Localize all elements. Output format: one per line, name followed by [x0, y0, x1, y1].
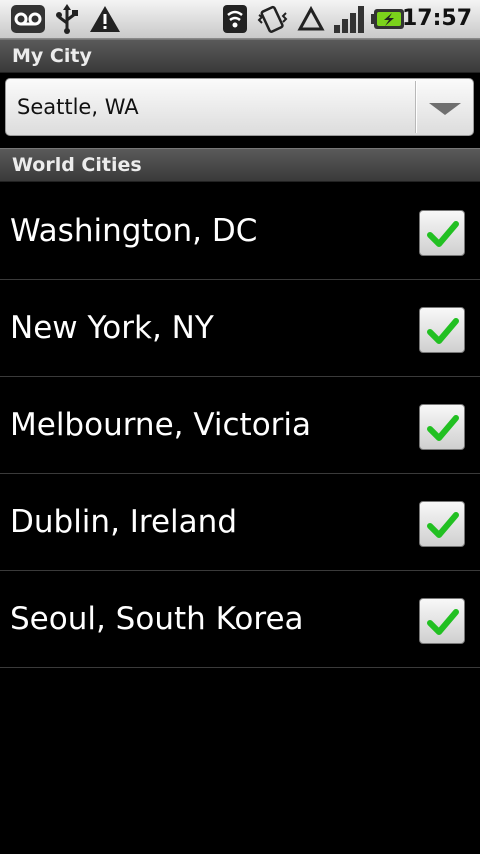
- city-checkbox[interactable]: [419, 210, 465, 256]
- city-checkbox[interactable]: [419, 501, 465, 547]
- checkmark-icon: [427, 415, 459, 441]
- world-cities-header: World Cities: [0, 148, 480, 182]
- city-name: New York, NY: [10, 310, 214, 346]
- spinner-divider: [415, 81, 417, 133]
- vibrate-icon: [257, 5, 288, 33]
- signal-icon: [334, 6, 364, 33]
- city-checkbox[interactable]: [419, 404, 465, 450]
- battery-charging-icon: [371, 9, 404, 29]
- wifi-icon: [223, 5, 247, 33]
- city-row-melbourne[interactable]: Melbourne, Victoria: [0, 377, 480, 474]
- city-name: Seoul, South Korea: [10, 601, 304, 637]
- checkmark-icon: [427, 318, 459, 344]
- usb-icon: [56, 4, 78, 34]
- my-city-header-label: My City: [12, 45, 92, 67]
- data-roaming-icon: [297, 5, 325, 31]
- my-city-header: My City: [0, 39, 480, 73]
- checkmark-icon: [427, 221, 459, 247]
- voicemail-icon: [11, 5, 45, 33]
- my-city-selected-value: Seattle, WA: [17, 95, 139, 119]
- status-time: 17:57: [401, 6, 472, 31]
- city-name: Melbourne, Victoria: [10, 407, 312, 443]
- city-name: Dublin, Ireland: [10, 504, 237, 540]
- city-row-dublin[interactable]: Dublin, Ireland: [0, 474, 480, 571]
- chevron-down-icon: [429, 103, 461, 115]
- city-checkbox[interactable]: [419, 598, 465, 644]
- city-checkbox[interactable]: [419, 307, 465, 353]
- world-cities-header-label: World Cities: [12, 154, 142, 176]
- city-row-washington[interactable]: Washington, DC: [0, 183, 480, 280]
- city-row-seoul[interactable]: Seoul, South Korea: [0, 571, 480, 668]
- status-bar: 17:57: [0, 0, 480, 39]
- warning-icon: [90, 6, 120, 32]
- city-name: Washington, DC: [10, 213, 258, 249]
- checkmark-icon: [427, 609, 459, 635]
- checkmark-icon: [427, 512, 459, 538]
- my-city-spinner[interactable]: Seattle, WA: [5, 78, 474, 136]
- city-row-new-york[interactable]: New York, NY: [0, 280, 480, 377]
